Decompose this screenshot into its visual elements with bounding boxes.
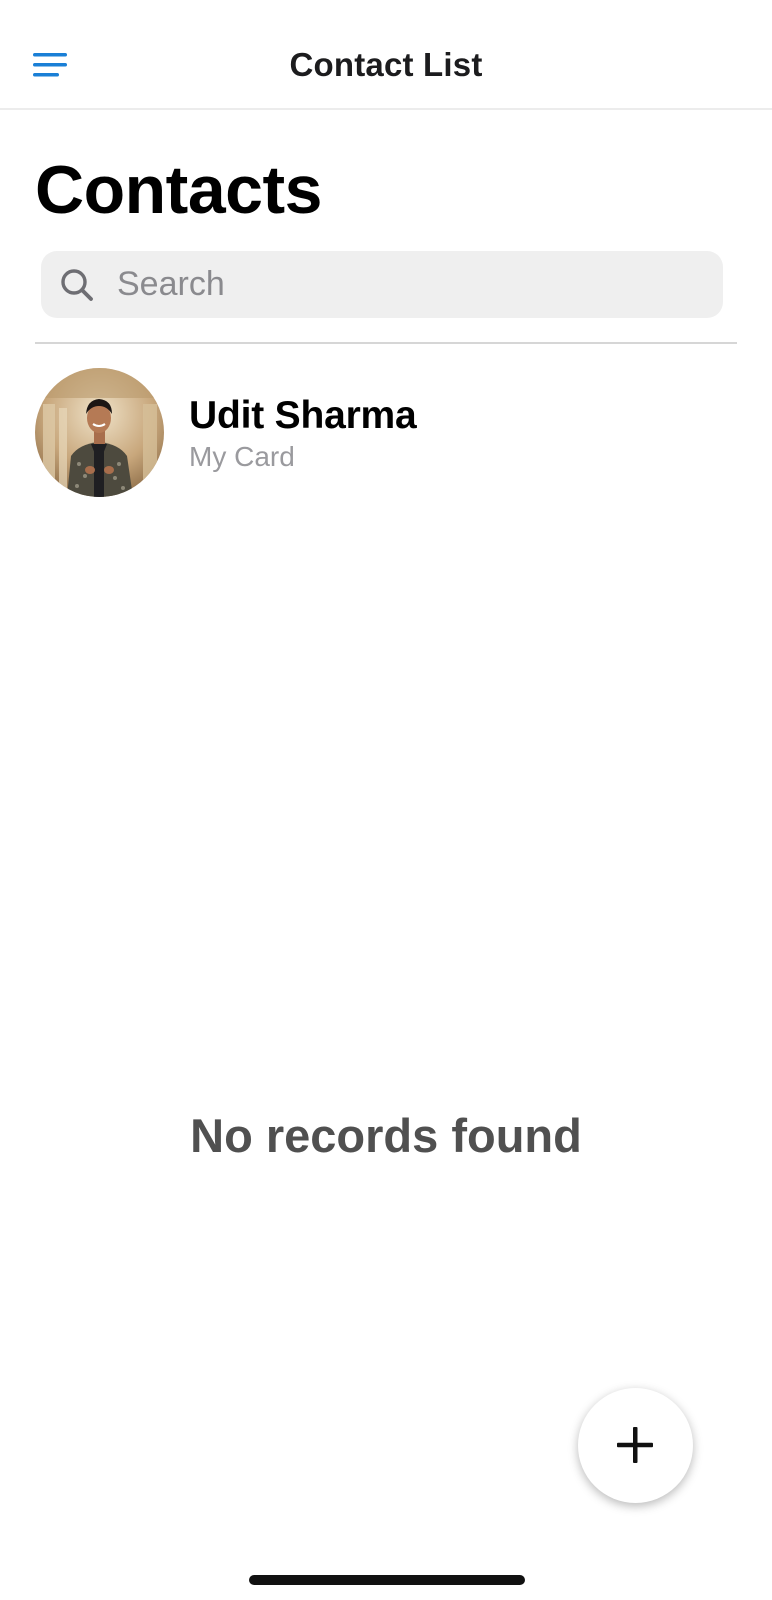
plus-icon	[617, 1427, 653, 1463]
search-icon	[61, 269, 93, 301]
avatar	[35, 368, 164, 497]
profile-photo	[35, 368, 164, 497]
search-input[interactable]	[117, 251, 707, 318]
add-contact-button[interactable]	[578, 1388, 693, 1503]
contact-subtitle: My Card	[189, 441, 295, 472]
divider	[35, 342, 737, 344]
nav-title: Contact List	[289, 46, 483, 83]
empty-state-message: No records found	[190, 1109, 582, 1162]
navigation-bar: Contact List	[0, 0, 772, 110]
contact-row-my-card[interactable]: Udit Sharma My Card	[35, 368, 737, 498]
contact-name: Udit Sharma	[189, 394, 417, 437]
home-indicator	[249, 1575, 525, 1585]
contact-list-screen: Contact List Contacts Search Udit Sharma…	[0, 0, 772, 1600]
search-bar[interactable]	[41, 251, 723, 318]
page-title: Contacts	[35, 152, 322, 228]
